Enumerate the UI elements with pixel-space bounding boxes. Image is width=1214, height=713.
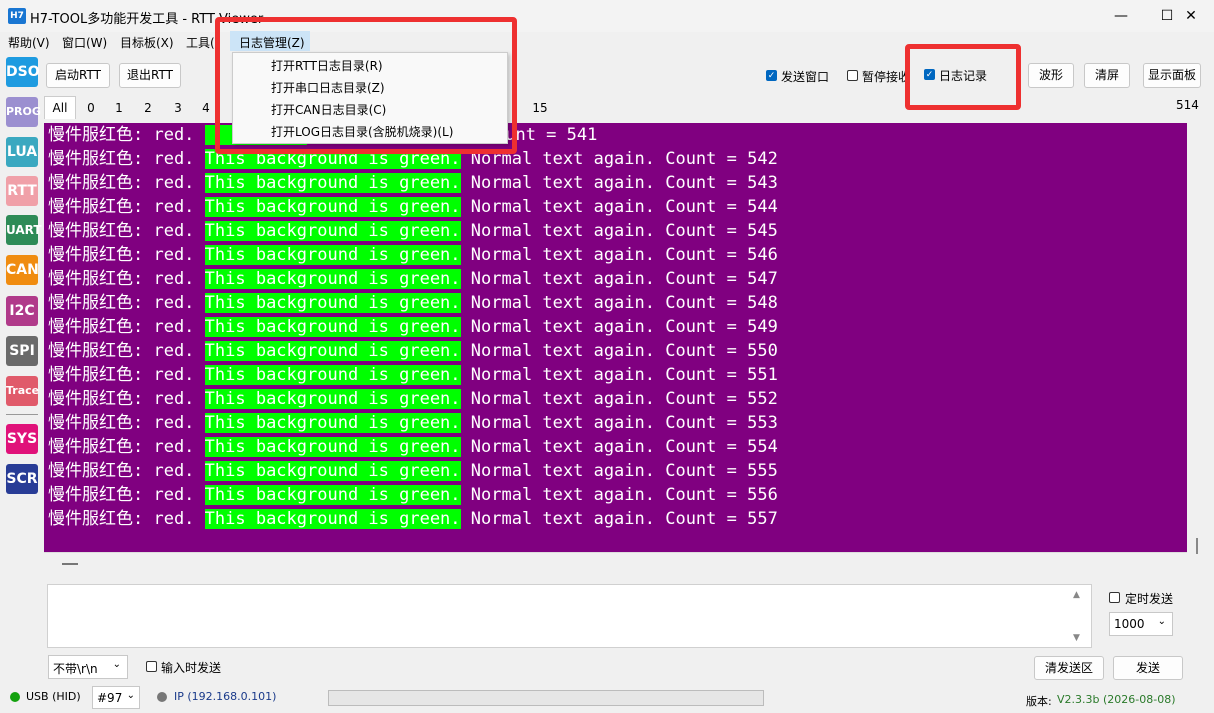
log-line: 慢件服红色: red. This background is green. No… <box>48 413 778 433</box>
sidebar-sys[interactable]: SYS <box>6 424 38 454</box>
sidebar-lua[interactable]: LUA <box>6 137 38 167</box>
log-line: 慢件服红色: red. This background is green. No… <box>48 389 778 409</box>
usb-status-label: USB (HID) <box>26 690 81 703</box>
port-select[interactable]: #97 ⌄ <box>92 686 140 709</box>
log-line: 慢件服红色: red. This background is green. No… <box>48 221 778 241</box>
line-ending-select[interactable]: 不带\r\n ⌄ <box>48 655 128 679</box>
menu-tools[interactable]: 工具( <box>186 34 215 51</box>
send-button[interactable]: 发送 <box>1113 656 1183 680</box>
log-scrollbar[interactable] <box>1187 123 1207 573</box>
exit-rtt-button[interactable]: 退出RTT <box>119 63 181 88</box>
log-hscrollbar[interactable] <box>44 552 1187 573</box>
line-ending-value: 不带\r\n <box>53 662 98 676</box>
clear-button[interactable]: 清屏 <box>1084 63 1130 88</box>
tab-2[interactable]: 2 <box>138 98 158 118</box>
tab-4[interactable]: 4 <box>198 98 214 118</box>
chevron-down-icon: ⌄ <box>112 659 121 670</box>
log-line: 慢件服红色: red. This background is green. No… <box>48 365 778 385</box>
port-value: #97 <box>97 691 123 705</box>
line-counter: 514 <box>1176 98 1199 112</box>
log-line: 慢件服红色: red. This background is green. No… <box>48 341 778 361</box>
menu-target-board[interactable]: 目标板(X) <box>120 34 174 51</box>
sidebar-i2c[interactable]: I2C <box>6 296 38 326</box>
send-input[interactable] <box>47 584 1092 648</box>
log-line: 慢件服红色: red. This background is green. No… <box>48 437 778 457</box>
chevron-down-icon: ⌄ <box>1157 616 1166 627</box>
log-record-highlight <box>905 44 1021 110</box>
log-line: 慢件服红色: red. This background is green. No… <box>48 245 778 265</box>
sidebar-trace[interactable]: Trace <box>6 376 39 406</box>
tab-all[interactable]: All <box>46 98 74 118</box>
sidebar-divider <box>6 414 38 415</box>
version-value: V2.3.3b (2026-08-08) <box>1057 693 1176 706</box>
tab-0[interactable]: 0 <box>81 98 101 118</box>
start-rtt-button[interactable]: 启动RTT <box>46 63 110 88</box>
send-on-input-checkbox[interactable] <box>146 661 157 672</box>
log-view[interactable]: 慢件服红色: red. mal text again. Count = 541 … <box>44 123 1187 552</box>
close-button[interactable]: ✕ <box>1168 0 1214 32</box>
log-line: 慢件服红色: red. This background is green. No… <box>48 485 778 505</box>
show-panel-button[interactable]: 显示面板 <box>1143 63 1201 88</box>
menu-window[interactable]: 窗口(W) <box>62 34 107 51</box>
interval-select[interactable]: 1000 ⌄ <box>1109 612 1173 636</box>
waveform-button[interactable]: 波形 <box>1028 63 1074 88</box>
usb-status-icon <box>10 692 20 702</box>
menu-highlight-box <box>215 17 517 154</box>
log-line: 慢件服红色: red. This background is green. No… <box>48 173 778 193</box>
app-icon: H7 <box>8 8 26 24</box>
log-line: 慢件服红色: red. This background is green. No… <box>48 461 778 481</box>
interval-value: 1000 <box>1114 617 1145 631</box>
sidebar-prog[interactable]: PROG <box>6 97 41 127</box>
pause-receive-checkbox[interactable] <box>847 70 858 81</box>
clear-send-button[interactable]: 清发送区 <box>1034 656 1104 680</box>
send-scroll-up-icon[interactable]: ▲ <box>1073 590 1080 600</box>
menu-help[interactable]: 帮助(V) <box>8 34 50 51</box>
ip-status-label: IP (192.168.0.101) <box>174 690 277 703</box>
send-scroll-down-icon[interactable]: ▼ <box>1073 633 1080 643</box>
timed-send-checkbox[interactable] <box>1109 592 1120 603</box>
sidebar-can[interactable]: CAN <box>6 255 39 285</box>
minimize-button[interactable]: — <box>1098 0 1144 32</box>
sidebar-spi[interactable]: SPI <box>6 336 38 366</box>
sidebar-rtt[interactable]: RTT <box>6 176 38 206</box>
log-line: 慢件服红色: red. This background is green. No… <box>48 197 778 217</box>
log-line: 慢件服红色: red. This background is green. No… <box>48 293 778 313</box>
log-line: 慢件服红色: red. This background is green. No… <box>48 269 778 289</box>
progress-bar <box>328 690 764 706</box>
ip-status-icon <box>157 692 167 702</box>
send-window-checkbox[interactable]: ✓ <box>766 70 777 81</box>
chevron-down-icon: ⌄ <box>126 690 135 701</box>
send-on-input-label: 输入时发送 <box>161 661 222 675</box>
sidebar-scr[interactable]: SCR <box>6 464 38 494</box>
tab-3[interactable]: 3 <box>168 98 188 118</box>
sidebar-dso[interactable]: DSO <box>6 57 40 87</box>
version-label: 版本: <box>1026 695 1052 708</box>
send-window-label: 发送窗口 <box>781 70 830 84</box>
pause-receive-label: 暂停接收 <box>862 70 906 84</box>
sidebar-uart[interactable]: UART <box>6 215 42 245</box>
tab-1[interactable]: 1 <box>109 98 129 118</box>
timed-send-label: 定时发送 <box>1125 592 1174 606</box>
log-line: 慢件服红色: red. This background is green. No… <box>48 317 778 337</box>
tab-15[interactable]: 15 <box>528 98 552 118</box>
log-line: 慢件服红色: red. This background is green. No… <box>48 509 778 529</box>
